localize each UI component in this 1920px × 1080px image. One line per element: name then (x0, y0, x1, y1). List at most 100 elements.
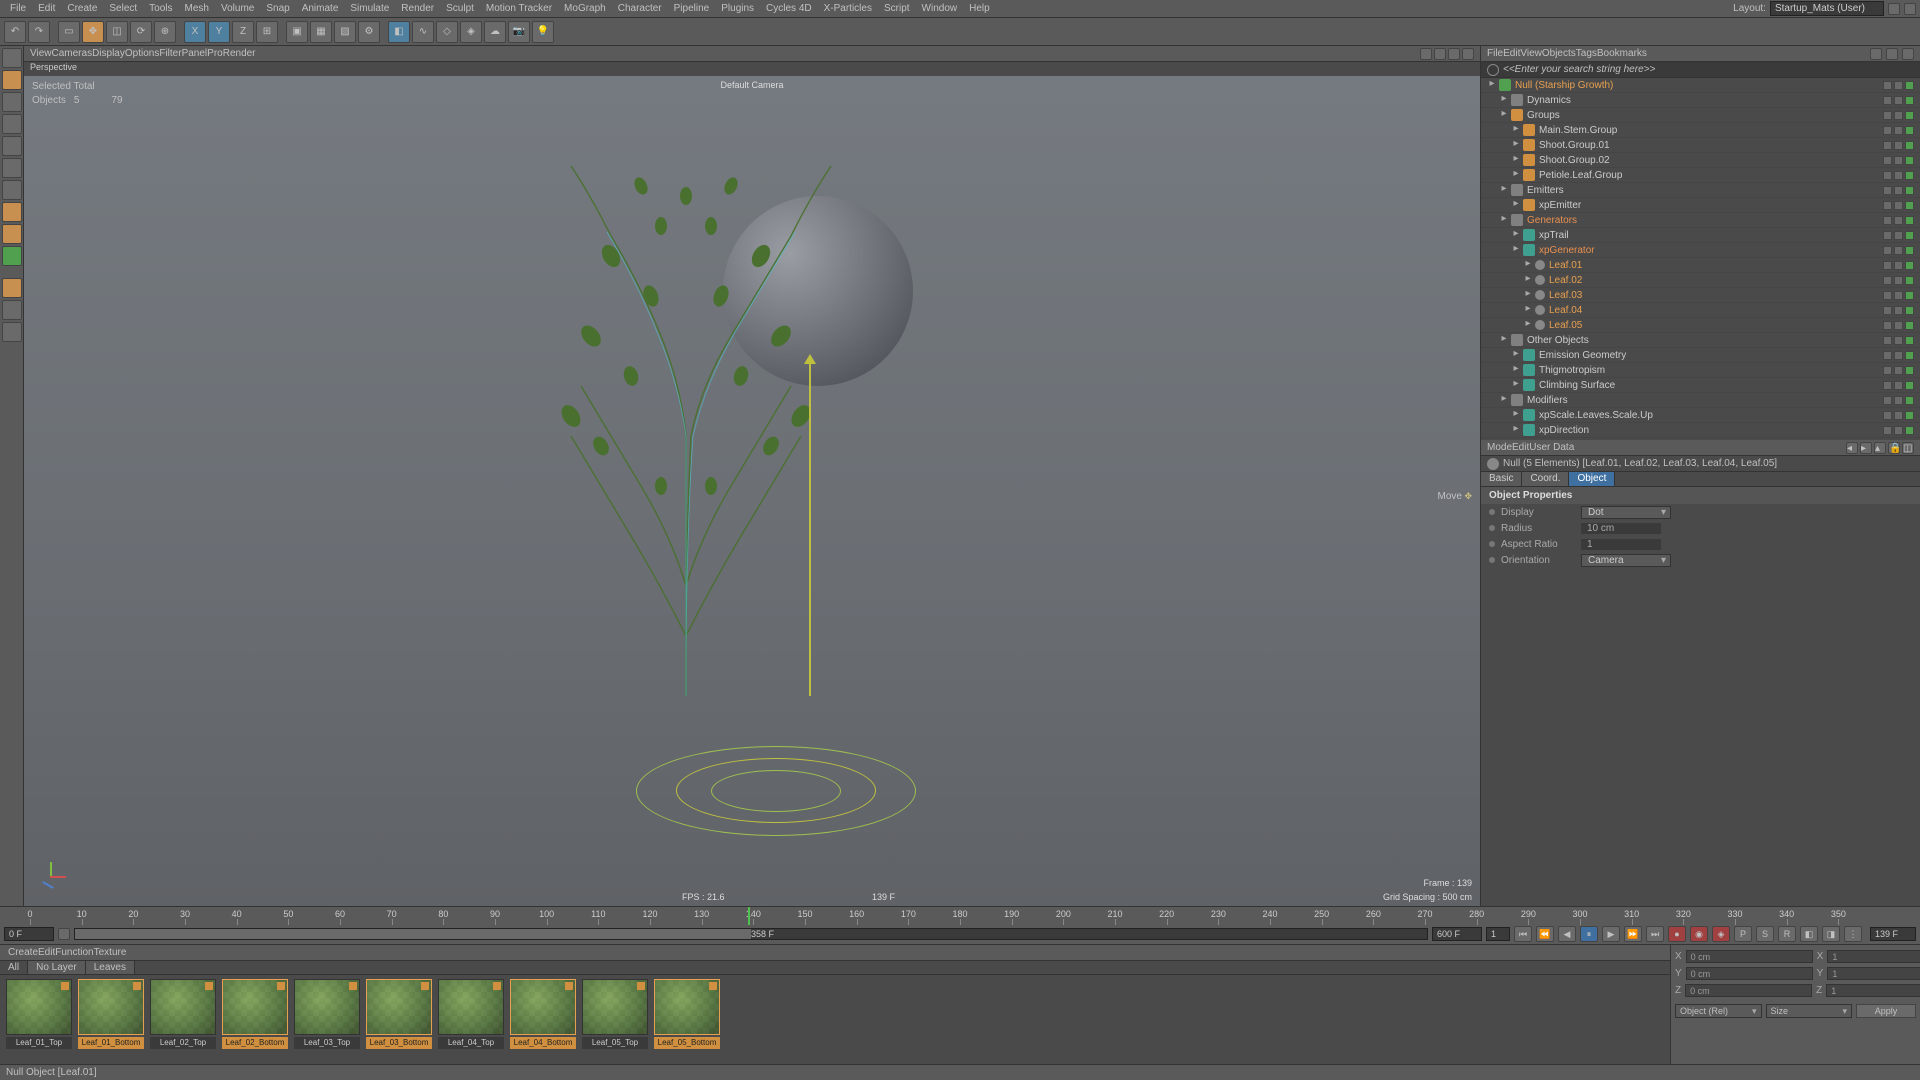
material-leaf_01_bottom[interactable]: Leaf_01_Bottom (76, 979, 146, 1060)
redo-icon[interactable]: ↷ (28, 21, 50, 43)
key-pla-icon[interactable]: ◨ (1822, 926, 1840, 942)
scale-icon[interactable]: ◫ (106, 21, 128, 43)
timeline-scrollbar[interactable]: 358 F (74, 928, 1428, 940)
menu-function[interactable]: Function (55, 947, 93, 958)
menu-window[interactable]: Window (916, 1, 964, 16)
mat-tab-no-layer[interactable]: No Layer (28, 961, 86, 974)
next-frame-icon[interactable]: ▶ (1602, 926, 1620, 942)
menu-file[interactable]: File (1487, 48, 1503, 59)
y-lock-icon[interactable]: Y (208, 21, 230, 43)
coord-sz-input[interactable] (1826, 984, 1920, 997)
menu-edit[interactable]: Edit (1503, 48, 1520, 59)
layout-icon-1[interactable] (1888, 3, 1900, 15)
tree-item-main-stem-group[interactable]: ▸Main.Stem.Group (1481, 123, 1920, 138)
tree-item-xpgenerator[interactable]: ▸xpGenerator (1481, 243, 1920, 258)
tree-item-modifiers[interactable]: ▸Modifiers (1481, 393, 1920, 408)
display-dropdown[interactable]: Dot (1581, 506, 1671, 519)
tree-item-generators[interactable]: ▸Generators (1481, 213, 1920, 228)
misc-icon[interactable] (2, 322, 22, 342)
timeline-current-input[interactable] (1870, 927, 1916, 941)
timeline-ruler[interactable]: 0102030405060708090100110120130140150160… (0, 907, 1920, 925)
render-settings-icon[interactable]: ⚙ (358, 21, 380, 43)
generator-icon[interactable]: ◇ (436, 21, 458, 43)
menu-snap[interactable]: Snap (260, 1, 295, 16)
object-manager-search[interactable]: <<Enter your search string here>> (1481, 62, 1920, 78)
menu-objects[interactable]: Objects (1542, 48, 1576, 59)
menu-create[interactable]: Create (8, 947, 38, 958)
menu-display[interactable]: Display (92, 48, 125, 59)
key-pos-icon[interactable]: P (1734, 926, 1752, 942)
menu-cameras[interactable]: Cameras (52, 48, 93, 59)
material-leaf_04_top[interactable]: Leaf_04_Top (436, 979, 506, 1060)
autokey-icon[interactable]: ◉ (1690, 926, 1708, 942)
deformer-icon[interactable]: ◈ (460, 21, 482, 43)
material-leaf_03_bottom[interactable]: Leaf_03_Bottom (364, 979, 434, 1060)
menu-view[interactable]: View (30, 48, 52, 59)
menu-create[interactable]: Create (61, 1, 103, 16)
undo-icon[interactable]: ↶ (4, 21, 26, 43)
menu-x-particles[interactable]: X-Particles (818, 1, 878, 16)
tree-item-xpemitter[interactable]: ▸xpEmitter (1481, 198, 1920, 213)
material-leaf_01_top[interactable]: Leaf_01_Top (4, 979, 74, 1060)
menu-file[interactable]: File (4, 1, 32, 16)
menu-filter[interactable]: Filter (159, 48, 181, 59)
mat-tab-all[interactable]: All (0, 961, 28, 974)
next-key-icon[interactable]: ⏩ (1624, 926, 1642, 942)
menu-bookmarks[interactable]: Bookmarks (1597, 48, 1647, 59)
am-nav-up-icon[interactable]: ▴ (1874, 442, 1886, 454)
coord-x-input[interactable] (1686, 950, 1813, 963)
tree-item-leaf-04[interactable]: ▸Leaf.04 (1481, 303, 1920, 318)
goto-end-icon[interactable]: ⏭ (1646, 926, 1664, 942)
locked-icon[interactable] (2, 300, 22, 320)
coord-icon[interactable]: ⊞ (256, 21, 278, 43)
edge-mode-icon[interactable] (2, 136, 22, 156)
am-new-icon[interactable]: ◫ (1902, 442, 1914, 454)
menu-help[interactable]: Help (963, 1, 996, 16)
object-mode-icon[interactable] (2, 70, 22, 90)
menu-edit[interactable]: Edit (38, 947, 55, 958)
tl-key-icon[interactable] (58, 928, 70, 940)
material-leaf_05_top[interactable]: Leaf_05_Top (580, 979, 650, 1060)
menu-pipeline[interactable]: Pipeline (668, 1, 716, 16)
vp-nav-icon-3[interactable] (1448, 48, 1460, 60)
coord-mode-dropdown[interactable]: Object (Rel) (1675, 1004, 1762, 1018)
menu-character[interactable]: Character (612, 1, 668, 16)
tree-item-emitters[interactable]: ▸Emitters (1481, 183, 1920, 198)
menu-plugins[interactable]: Plugins (715, 1, 760, 16)
tree-item-leaf-01[interactable]: ▸Leaf.01 (1481, 258, 1920, 273)
prev-key-icon[interactable]: ⏪ (1536, 926, 1554, 942)
tree-item-shoot-group-02[interactable]: ▸Shoot.Group.02 (1481, 153, 1920, 168)
radius-input[interactable]: 10 cm (1581, 523, 1661, 534)
tree-item-xpscale-leaves-scale-up[interactable]: ▸xpScale.Leaves.Scale.Up (1481, 408, 1920, 423)
object-manager-tree[interactable]: ▸Null (Starship Growth)▸Dynamics▸Groups▸… (1481, 78, 1920, 438)
coord-sx-input[interactable] (1827, 950, 1920, 963)
cube-icon[interactable]: ◧ (388, 21, 410, 43)
menu-tags[interactable]: Tags (1576, 48, 1597, 59)
menu-tools[interactable]: Tools (143, 1, 178, 16)
am-lock-icon[interactable]: 🔒 (1888, 442, 1900, 454)
key-scale-icon[interactable]: S (1756, 926, 1774, 942)
key-param-icon[interactable]: ◧ (1800, 926, 1818, 942)
vp-nav-icon-1[interactable] (1420, 48, 1432, 60)
tweak-mode-icon[interactable] (2, 202, 22, 222)
select-icon[interactable]: ▭ (58, 21, 80, 43)
timeline-start-input[interactable] (4, 927, 54, 941)
tree-item-shoot-group-01[interactable]: ▸Shoot.Group.01 (1481, 138, 1920, 153)
om-icon-2[interactable] (1886, 48, 1898, 60)
material-leaf_02_top[interactable]: Leaf_02_Top (148, 979, 218, 1060)
menu-select[interactable]: Select (103, 1, 143, 16)
lastused-icon[interactable]: ⊕ (154, 21, 176, 43)
light-icon[interactable]: 💡 (532, 21, 554, 43)
texture-mode-icon[interactable] (2, 180, 22, 200)
menu-mesh[interactable]: Mesh (179, 1, 215, 16)
timeline-frame-input[interactable] (1486, 927, 1510, 941)
tree-item-dynamics[interactable]: ▸Dynamics (1481, 93, 1920, 108)
layout-dropdown[interactable]: Startup_Mats (User) (1770, 1, 1884, 16)
orientation-dropdown[interactable]: Camera (1581, 554, 1671, 567)
render-pv-icon[interactable]: ▦ (310, 21, 332, 43)
menu-mode[interactable]: Mode (1487, 442, 1512, 453)
render-icon[interactable]: ▣ (286, 21, 308, 43)
coord-y-input[interactable] (1686, 967, 1813, 980)
timeline-end-input[interactable] (1432, 927, 1482, 941)
tree-item-leaf-05[interactable]: ▸Leaf.05 (1481, 318, 1920, 333)
